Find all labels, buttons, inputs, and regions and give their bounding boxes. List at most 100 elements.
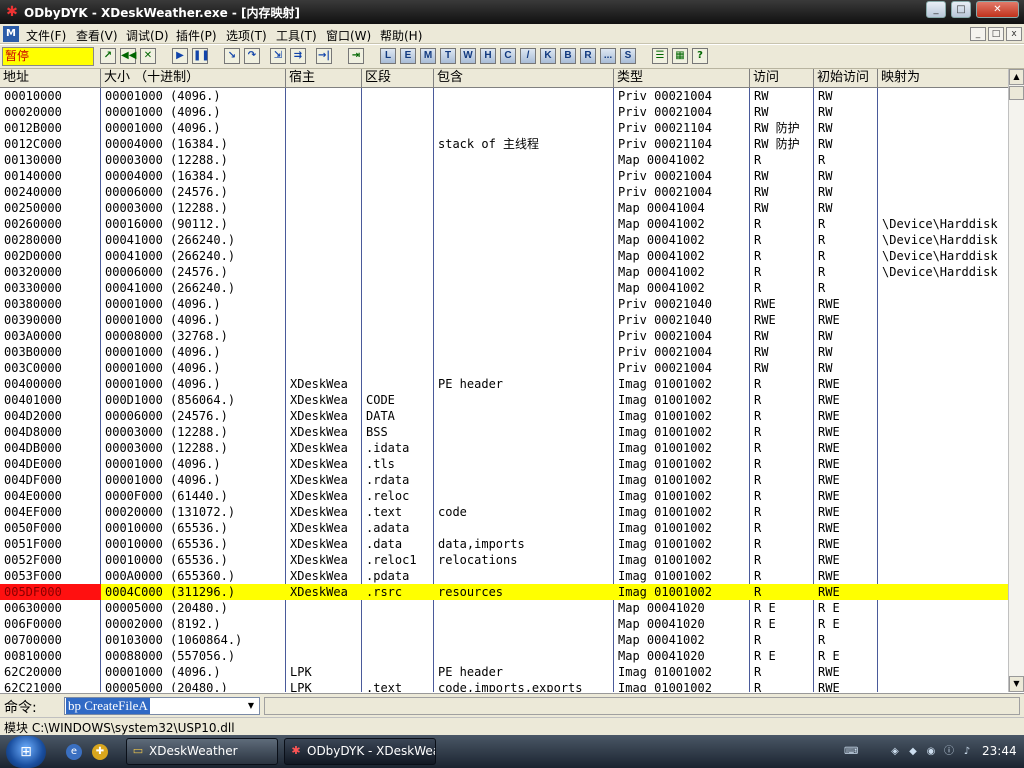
mdi-minimize-button[interactable]: _ [970, 27, 986, 41]
help-icon[interactable]: ? [692, 48, 708, 64]
log-window-button[interactable]: L [380, 48, 396, 64]
menu-tools[interactable]: 工具(T) [276, 27, 317, 44]
table-row[interactable]: 003A0000 00008000 (32768.) Priv 00021004 RW… [0, 328, 1008, 344]
command-value[interactable]: bp CreateFileA [66, 698, 150, 714]
table-row[interactable]: 004DF000 00001000 (4096.) XDeskWea .rdata Im… [0, 472, 1008, 488]
chevron-down-icon[interactable]: ▼ [243, 698, 259, 714]
run-icon[interactable]: ▶ [172, 48, 188, 64]
step-into-icon[interactable]: ↘ [224, 48, 240, 64]
menu-help[interactable]: 帮助(H) [380, 27, 422, 44]
table-row[interactable]: 004D8000 00003000 (12288.) XDeskWea BSS Imag… [0, 424, 1008, 440]
table-row[interactable]: 0051F000 00010000 (65536.) XDeskWea .data da… [0, 536, 1008, 552]
grid-icon[interactable]: ▦ [672, 48, 688, 64]
column-section[interactable]: 区段 [362, 69, 434, 88]
start-button[interactable]: ⊞ [6, 736, 46, 768]
scroll-down-icon[interactable]: ▼ [1009, 676, 1024, 692]
minimize-button[interactable]: _ [926, 1, 946, 18]
close-button[interactable]: ✕ [976, 1, 1019, 18]
table-row[interactable]: 0052F000 00010000 (65536.) XDeskWea .reloc1… [0, 552, 1008, 568]
trace-into-icon[interactable]: ⇲ [270, 48, 286, 64]
table-row[interactable]: 62C21000 00005000 (20480.) LPK .text code,im… [0, 680, 1008, 692]
table-row[interactable]: 0012C000 00004000 (16384.) stack of 主线程 Pri… [0, 136, 1008, 152]
table-row[interactable]: 00240000 00006000 (24576.) Priv 00021004 RW… [0, 184, 1008, 200]
table-row[interactable]: 00810000 00088000 (557056.) Map 00041020 R … [0, 648, 1008, 664]
menu-plugins[interactable]: 插件(P) [176, 27, 217, 44]
mdi-close-button[interactable]: x [1006, 27, 1022, 41]
pause-icon[interactable]: ❚❚ [192, 48, 210, 64]
list-icon[interactable]: ☰ [652, 48, 668, 64]
table-row[interactable]: 62C20000 00001000 (4096.) LPK PE header Imag… [0, 664, 1008, 680]
cpu-window-button[interactable]: C [500, 48, 516, 64]
task-xdeskweather[interactable]: ▭ XDeskWeather [126, 738, 278, 765]
command-input[interactable]: bp CreateFileA ▼ [64, 697, 260, 715]
table-row[interactable]: 004EF000 00020000 (131072.) XDeskWea .text c… [0, 504, 1008, 520]
keyboard-icon[interactable]: ⌨ [844, 745, 858, 759]
execute-till-return-icon[interactable]: →| [316, 48, 332, 64]
mdi-system-icon[interactable]: M [3, 26, 19, 42]
column-contains[interactable]: 包含 [434, 69, 614, 88]
table-row[interactable]: 003C0000 00001000 (4096.) Priv 00021004 RW R… [0, 360, 1008, 376]
table-row[interactable]: 002D0000 00041000 (266240.) Map 00041002 R R… [0, 248, 1008, 264]
menu-options[interactable]: 选项(T) [226, 27, 267, 44]
table-row[interactable]: 0012B000 00001000 (4096.) Priv 00021104 RW … [0, 120, 1008, 136]
table-row[interactable]: 00280000 00041000 (266240.) Map 00041002 R R… [0, 232, 1008, 248]
patches-window-button[interactable]: / [520, 48, 536, 64]
table-row[interactable]: 00320000 00006000 (24576.) Map 00041002 R R \… [0, 264, 1008, 280]
table-row[interactable]: 0050F000 00010000 (65536.) XDeskWea .adata I… [0, 520, 1008, 536]
table-row[interactable]: 00010000 00001000 (4096.) Priv 00021004 RW R… [0, 88, 1008, 104]
task-odbydyk[interactable]: ✱ ODbyDYK - XDeskWea... [284, 738, 436, 765]
menu-view[interactable]: 查看(V) [76, 27, 118, 44]
table-row[interactable]: 00700000 00103000 (1060864.) Map 00041002 R… [0, 632, 1008, 648]
column-mapped-as[interactable]: 映射为 [878, 69, 1008, 88]
table-row[interactable]: 0053F000 000A0000 (655360.) XDeskWea .pdata… [0, 568, 1008, 584]
open-icon[interactable]: ↗ [100, 48, 116, 64]
menu-file[interactable]: 文件(F) [26, 27, 66, 44]
restart-icon[interactable]: ◀◀ [120, 48, 136, 64]
column-access[interactable]: 访问 [750, 69, 814, 88]
table-row[interactable]: 004D2000 00006000 (24576.) XDeskWea DATA Ima… [0, 408, 1008, 424]
table-row[interactable]: 00380000 00001000 (4096.) Priv 00021040 RWE… [0, 296, 1008, 312]
table-row[interactable]: 004DB000 00003000 (12288.) XDeskWea .idata I… [0, 440, 1008, 456]
source-window-button[interactable]: S [620, 48, 636, 64]
table-row[interactable]: 005DF000 0004C000 (311296.) XDeskWea .rsrc r… [0, 584, 1008, 600]
network-icon[interactable]: ◈ [888, 745, 902, 759]
quicklaunch-app-icon[interactable]: ✚ [92, 744, 108, 760]
table-row[interactable]: 00390000 00001000 (4096.) Priv 00021040 RWE… [0, 312, 1008, 328]
modules-window-button[interactable]: E [400, 48, 416, 64]
breakpoints-window-button[interactable]: B [560, 48, 576, 64]
column-address[interactable]: 地址 [0, 69, 101, 88]
scroll-thumb[interactable] [1009, 86, 1024, 100]
quicklaunch-ie-icon[interactable]: e [66, 744, 82, 760]
table-row[interactable]: 00130000 00003000 (12288.) Map 00041002 R R [0, 152, 1008, 168]
table-row[interactable]: 00250000 00003000 (12288.) Map 00041004 RW R… [0, 200, 1008, 216]
shield-icon[interactable]: ◆ [906, 745, 920, 759]
table-row[interactable]: 00330000 00041000 (266240.) Map 00041002 R R [0, 280, 1008, 296]
references-window-button[interactable]: R [580, 48, 596, 64]
column-owner[interactable]: 宿主 [286, 69, 362, 88]
scroll-up-icon[interactable]: ▲ [1009, 69, 1024, 85]
memory-window-button[interactable]: M [420, 48, 436, 64]
table-row[interactable]: 00400000 00001000 (4096.) XDeskWea PE heade… [0, 376, 1008, 392]
table-row[interactable]: 004E0000 0000F000 (61440.) XDeskWea .reloc I… [0, 488, 1008, 504]
table-row[interactable]: 00630000 00005000 (20480.) Map 00041020 R E… [0, 600, 1008, 616]
maximize-button[interactable]: □ [951, 1, 971, 18]
vertical-scrollbar[interactable]: ▲ ▼ [1008, 69, 1024, 692]
menu-window[interactable]: 窗口(W) [326, 27, 371, 44]
column-type[interactable]: 类型 [614, 69, 750, 88]
windows-window-button[interactable]: W [460, 48, 476, 64]
call-stack-button[interactable]: K [540, 48, 556, 64]
info-icon[interactable]: ⓘ [942, 745, 956, 759]
table-row[interactable]: 00260000 00016000 (90112.) Map 00041002 R R \… [0, 216, 1008, 232]
column-size[interactable]: 大小 （十进制） [101, 69, 286, 88]
menu-debug[interactable]: 调试(D) [126, 27, 169, 44]
table-row[interactable]: 00140000 00004000 (16384.) Priv 00021004 RW… [0, 168, 1008, 184]
tray-app-icon[interactable]: ◉ [924, 745, 938, 759]
table-row[interactable]: 004DE000 00001000 (4096.) XDeskWea .tls Imag… [0, 456, 1008, 472]
clock[interactable]: 23:44 [982, 744, 1017, 758]
volume-icon[interactable]: ♪ [960, 745, 974, 759]
table-row[interactable]: 00020000 00001000 (4096.) Priv 00021004 RW R… [0, 104, 1008, 120]
close-program-icon[interactable]: ✕ [140, 48, 156, 64]
run-trace-button[interactable]: ... [600, 48, 616, 64]
table-row[interactable]: 003B0000 00001000 (4096.) Priv 00021004 RW R… [0, 344, 1008, 360]
goto-icon[interactable]: ⇥ [348, 48, 364, 64]
